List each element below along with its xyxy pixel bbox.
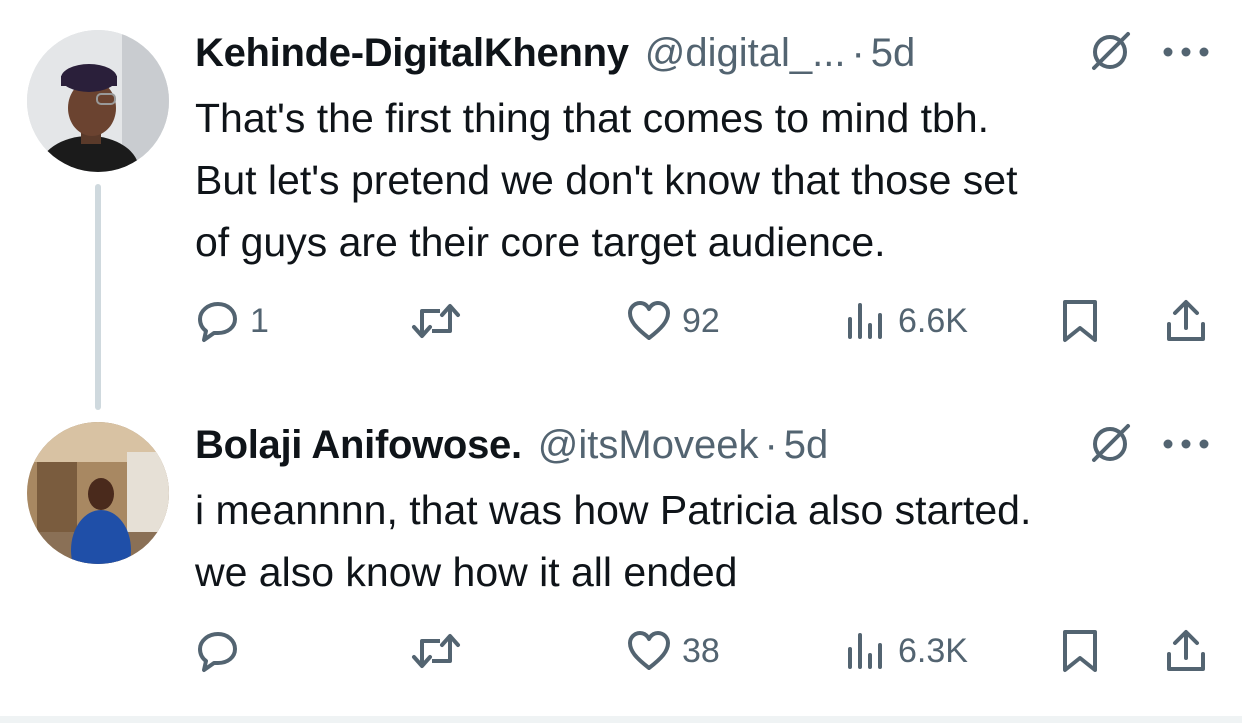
avatar[interactable]	[27, 30, 169, 172]
separator-dot: ·	[851, 30, 865, 75]
views-button[interactable]: 6.6K	[844, 296, 968, 346]
bookmark-icon	[1063, 630, 1097, 672]
action-bar: 38 6.3K	[0, 626, 1242, 676]
views-icon	[848, 633, 882, 669]
grok-icon[interactable]	[1088, 30, 1132, 74]
tweet-text-line: of guys are their core target audience.	[195, 219, 886, 265]
timestamp[interactable]: 5d	[784, 423, 829, 468]
share-icon	[1167, 300, 1205, 341]
like-count: 38	[682, 631, 720, 670]
action-bar: 1 92 6.6K	[0, 296, 1242, 346]
share-button[interactable]	[1164, 626, 1208, 676]
timestamp[interactable]: 5d	[871, 31, 916, 76]
display-name[interactable]: Kehinde-DigitalKhenny	[195, 31, 629, 76]
avatar[interactable]	[27, 422, 169, 564]
like-button[interactable]: 92	[626, 296, 720, 346]
tweet-header: Bolaji Anifowose. @itsMoveek · 5d	[195, 420, 828, 470]
reply-button[interactable]	[196, 626, 250, 676]
separator-dot: ·	[764, 422, 778, 467]
retweet-icon	[412, 304, 460, 338]
share-button[interactable]	[1164, 296, 1208, 346]
tweet-2[interactable]: Bolaji Anifowose. @itsMoveek · 5d i mean…	[0, 410, 1242, 723]
tweet-text-line: That's the first thing that comes to min…	[195, 95, 990, 141]
more-options-icon[interactable]	[1160, 42, 1212, 62]
view-count: 6.3K	[898, 631, 968, 670]
views-button[interactable]: 6.3K	[844, 626, 968, 676]
divider	[0, 716, 1242, 723]
reply-icon	[198, 632, 237, 672]
more-options-icon[interactable]	[1160, 434, 1212, 454]
views-icon	[848, 303, 882, 339]
heart-icon	[628, 301, 670, 340]
tweet-text-line: i meannnn, that was how Patricia also st…	[195, 487, 1032, 533]
retweet-button[interactable]	[410, 296, 472, 346]
retweet-button[interactable]	[410, 626, 472, 676]
user-handle[interactable]: @digital_...	[645, 31, 846, 76]
like-button[interactable]: 38	[626, 626, 720, 676]
user-handle[interactable]: @itsMoveek	[538, 423, 759, 468]
tweet-text: i meannnn, that was how Patricia also st…	[195, 479, 1205, 603]
grok-icon[interactable]	[1088, 422, 1132, 466]
bookmark-button[interactable]	[1060, 626, 1100, 676]
tweet-header: Kehinde-DigitalKhenny @digital_... · 5d	[195, 28, 915, 78]
reply-count: 1	[250, 301, 269, 340]
tweet-text-line: But let's pretend we don't know that tho…	[195, 157, 1018, 203]
tweet-1[interactable]: Kehinde-DigitalKhenny @digital_... · 5d …	[0, 0, 1242, 410]
bookmark-button[interactable]	[1060, 296, 1100, 346]
tweet-text: That's the first thing that comes to min…	[195, 87, 1205, 273]
share-icon	[1167, 630, 1205, 671]
reply-button[interactable]: 1	[196, 296, 269, 346]
like-count: 92	[682, 301, 720, 340]
tweet-text-line: we also know how it all ended	[195, 549, 738, 595]
retweet-icon	[412, 634, 460, 668]
bookmark-icon	[1063, 300, 1097, 342]
view-count: 6.6K	[898, 301, 968, 340]
reply-icon	[198, 302, 237, 342]
heart-icon	[628, 631, 670, 670]
display-name[interactable]: Bolaji Anifowose.	[195, 423, 522, 468]
